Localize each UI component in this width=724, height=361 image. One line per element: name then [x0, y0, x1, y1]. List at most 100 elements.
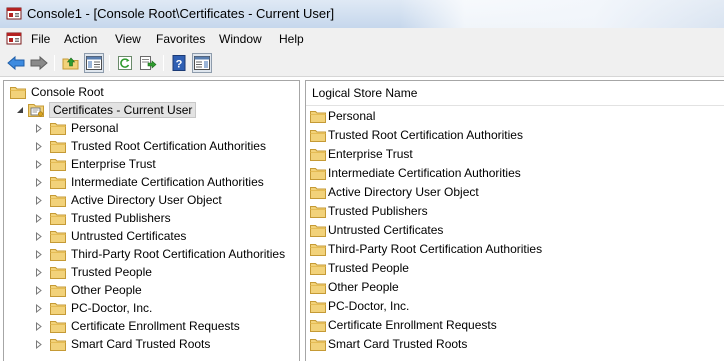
- list-item-trusted-publishers[interactable]: Trusted Publishers: [310, 202, 428, 220]
- tree-item-enterprise-trust[interactable]: Enterprise Trust: [34, 155, 156, 173]
- tree-item-certificates-current-user[interactable]: Certificates - Current User: [15, 101, 197, 119]
- tree-item-other-people[interactable]: Other People: [34, 281, 142, 299]
- list-item-untrusted-certificates[interactable]: Untrusted Certificates: [310, 221, 443, 239]
- results-pane[interactable]: Logical Store Name Personal Trusted Root …: [305, 80, 724, 361]
- list-item-label: Trusted Root Certification Authorities: [328, 128, 523, 142]
- expand-arrow-icon[interactable]: [34, 195, 44, 205]
- show-hide-action-pane-icon: [194, 56, 210, 70]
- menu-view[interactable]: View: [115, 32, 141, 46]
- column-header-logical-store-name[interactable]: Logical Store Name: [306, 81, 724, 106]
- expand-arrow-icon[interactable]: [34, 213, 44, 223]
- menu-favorites[interactable]: Favorites: [156, 32, 205, 46]
- folder-icon: [50, 338, 66, 351]
- tree-item-label: Trusted Publishers: [71, 211, 171, 225]
- tree-item-intermediate-certification-authorities[interactable]: Intermediate Certification Authorities: [34, 173, 264, 191]
- tree-item-label: Intermediate Certification Authorities: [71, 175, 264, 189]
- folder-icon: [310, 186, 326, 199]
- folder-icon: [50, 212, 66, 225]
- expand-arrow-icon[interactable]: [34, 231, 44, 241]
- folder-icon: [310, 129, 326, 142]
- folder-icon: [310, 148, 326, 161]
- refresh-button[interactable]: [115, 53, 135, 73]
- tree-item-pc-doctor-inc[interactable]: PC-Doctor, Inc.: [34, 299, 152, 317]
- menu-action[interactable]: Action: [64, 32, 97, 46]
- list-item-label: Other People: [328, 280, 399, 294]
- tree-item-trusted-publishers[interactable]: Trusted Publishers: [34, 209, 171, 227]
- expand-arrow-icon[interactable]: [34, 321, 44, 331]
- expand-arrow-icon[interactable]: [34, 249, 44, 259]
- tree-item-label: Trusted People: [71, 265, 152, 279]
- forward-button[interactable]: [29, 53, 49, 73]
- show-hide-tree-icon: [86, 56, 102, 70]
- export-list-icon: [140, 56, 157, 70]
- tree-item-label: Smart Card Trusted Roots: [71, 337, 211, 351]
- tree-item-smart-card-trusted-roots[interactable]: Smart Card Trusted Roots: [34, 335, 210, 353]
- list-item-third-party-root-certification-authorities[interactable]: Third-Party Root Certification Authoriti…: [310, 240, 542, 258]
- back-icon: [7, 55, 25, 71]
- console-menu-icon[interactable]: [6, 31, 22, 47]
- tree-item-trusted-root-certification-authorities[interactable]: Trusted Root Certification Authorities: [34, 137, 266, 155]
- folder-icon: [50, 230, 66, 243]
- folder-icon: [310, 338, 326, 351]
- list-item-trusted-people[interactable]: Trusted People: [310, 259, 409, 277]
- tree-item-label: Console Root: [31, 85, 104, 99]
- tree-item-label: Third-Party Root Certification Authoriti…: [71, 247, 286, 261]
- show-hide-action-pane-button[interactable]: [192, 53, 212, 73]
- expand-arrow-icon[interactable]: [34, 159, 44, 169]
- list-item-other-people[interactable]: Other People: [310, 278, 399, 296]
- tree-item-third-party-root-certification-authorities[interactable]: Third-Party Root Certification Authoriti…: [34, 245, 285, 263]
- list-item-label: Third-Party Root Certification Authoriti…: [328, 242, 543, 256]
- expand-arrow-icon[interactable]: [34, 303, 44, 313]
- tree-item-console-root[interactable]: Console Root: [10, 83, 104, 101]
- tree-item-untrusted-certificates[interactable]: Untrusted Certificates: [34, 227, 186, 245]
- list-item-active-directory-user-object[interactable]: Active Directory User Object: [310, 183, 479, 201]
- folder-icon: [50, 284, 66, 297]
- list-item-trusted-root-certification-authorities[interactable]: Trusted Root Certification Authorities: [310, 126, 523, 144]
- tree-item-active-directory-user-object[interactable]: Active Directory User Object: [34, 191, 222, 209]
- list-item-personal[interactable]: Personal: [310, 107, 375, 125]
- tree-item-certificate-enrollment-requests[interactable]: Certificate Enrollment Requests: [34, 317, 240, 335]
- export-list-button[interactable]: [138, 53, 158, 73]
- expand-arrow-icon[interactable]: [34, 123, 44, 133]
- folder-icon: [50, 158, 66, 171]
- menu-window[interactable]: Window: [219, 32, 262, 46]
- folder-icon: [310, 262, 326, 275]
- tree-item-personal[interactable]: Personal: [34, 119, 118, 137]
- tree-item-label: Active Directory User Object: [71, 193, 222, 207]
- up-one-level-button[interactable]: [61, 53, 81, 73]
- list-item-smart-card-trusted-roots[interactable]: Smart Card Trusted Roots: [310, 335, 467, 353]
- tree-item-label: Certificates - Current User: [49, 102, 197, 118]
- list-item-label: Active Directory User Object: [328, 185, 479, 199]
- list-item-label: Enterprise Trust: [328, 147, 413, 161]
- back-button[interactable]: [6, 53, 26, 73]
- show-hide-console-tree-button[interactable]: [84, 53, 104, 73]
- list-item-intermediate-certification-authorities[interactable]: Intermediate Certification Authorities: [310, 164, 521, 182]
- menu-help[interactable]: Help: [279, 32, 304, 46]
- expand-arrow-icon[interactable]: [34, 141, 44, 151]
- help-button[interactable]: ?: [169, 53, 189, 73]
- list-item-certificate-enrollment-requests[interactable]: Certificate Enrollment Requests: [310, 316, 497, 334]
- menu-file[interactable]: File: [31, 32, 50, 46]
- tree-item-label: Untrusted Certificates: [71, 229, 187, 243]
- expand-arrow-icon[interactable]: [34, 177, 44, 187]
- console-tree[interactable]: Console Root Certificates - Current User…: [3, 80, 300, 361]
- folder-icon: [10, 86, 26, 99]
- folder-icon: [50, 266, 66, 279]
- folder-icon: [50, 194, 66, 207]
- collapse-arrow-icon[interactable]: [15, 105, 25, 115]
- menu-bar: File Action View Favorites Window Help: [0, 28, 724, 50]
- list-item-pc-doctor-inc[interactable]: PC-Doctor, Inc.: [310, 297, 409, 315]
- expand-arrow-icon[interactable]: [34, 267, 44, 277]
- tree-item-label: Enterprise Trust: [71, 157, 156, 171]
- list-item-label: Personal: [328, 109, 376, 123]
- tree-item-label: Personal: [71, 121, 119, 135]
- list-item-enterprise-trust[interactable]: Enterprise Trust: [310, 145, 413, 163]
- list-item-label: PC-Doctor, Inc.: [328, 299, 410, 313]
- tree-item-trusted-people[interactable]: Trusted People: [34, 263, 152, 281]
- title-bar[interactable]: Console1 - [Console Root\Certificates - …: [0, 0, 724, 28]
- expand-arrow-icon[interactable]: [34, 285, 44, 295]
- forward-icon: [30, 55, 48, 71]
- expand-arrow-icon[interactable]: [34, 339, 44, 349]
- toolbar: ?: [0, 50, 724, 77]
- folder-icon: [310, 243, 326, 256]
